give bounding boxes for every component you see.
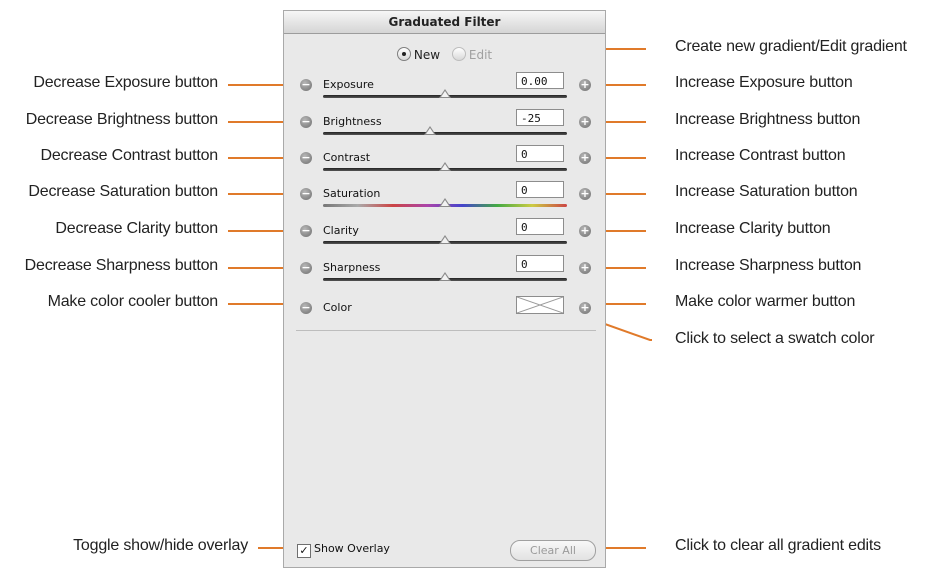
sharpness-value-field[interactable]: 0 [516, 255, 564, 272]
edit-label: Edit [468, 48, 493, 62]
callout-increase-clarity: Increase Clarity button [675, 220, 831, 237]
color-swatch[interactable] [516, 296, 564, 314]
callout-select-swatch: Click to select a swatch color [675, 330, 875, 347]
color-label: Color [323, 301, 352, 314]
callout-clear-all: Click to clear all gradient edits [675, 537, 881, 554]
contrast-value-field[interactable]: 0 [516, 145, 564, 162]
edit-radio[interactable]: Edit [451, 47, 493, 62]
callout-make-cooler: Make color cooler button [47, 293, 219, 310]
brightness-label: Brightness [323, 115, 382, 128]
clarity-slider-thumb[interactable] [439, 235, 451, 244]
increase-contrast-button[interactable]: + [579, 152, 591, 164]
divider [296, 330, 596, 331]
callout-increase-exposure: Increase Exposure button [675, 74, 853, 91]
radio-selected-icon [396, 47, 411, 61]
graduated-filter-panel: Graduated Filter New Edit − Exposure 0.00 +… [283, 10, 606, 568]
callout-increase-saturation: Increase Saturation button [675, 183, 858, 200]
contrast-row: − Contrast 0 + [284, 145, 605, 184]
callout-make-warmer: Make color warmer button [675, 293, 856, 310]
decrease-contrast-button[interactable]: − [300, 152, 312, 164]
color-row: − Color + [284, 296, 605, 334]
clarity-label: Clarity [323, 224, 359, 237]
exposure-slider-thumb[interactable] [439, 89, 451, 98]
saturation-value-field[interactable]: 0 [516, 181, 564, 198]
saturation-row: − Saturation 0 + [284, 181, 605, 220]
brightness-slider-track[interactable] [323, 132, 567, 135]
callout-decrease-saturation: Decrease Saturation button [28, 183, 218, 200]
clarity-value-field[interactable]: 0 [516, 218, 564, 235]
clarity-row: − Clarity 0 + [284, 218, 605, 257]
panel-title: Graduated Filter [284, 11, 605, 34]
make-warmer-button[interactable]: + [579, 302, 591, 314]
saturation-slider-thumb[interactable] [439, 198, 451, 207]
new-radio[interactable]: New [396, 47, 441, 62]
callout-decrease-sharpness: Decrease Sharpness button [24, 257, 219, 274]
callout-decrease-contrast: Decrease Contrast button [40, 147, 218, 164]
brightness-row: − Brightness -25 + [284, 109, 605, 148]
saturation-label: Saturation [323, 187, 381, 200]
callout-increase-brightness: Increase Brightness button [675, 111, 861, 128]
make-cooler-button[interactable]: − [300, 302, 312, 314]
checkmark-icon: ✓ [297, 544, 311, 558]
sharpness-label: Sharpness [323, 261, 381, 274]
callout-new-edit: Create new gradient/Edit gradient [675, 38, 907, 55]
decrease-exposure-button[interactable]: − [300, 79, 312, 91]
show-overlay-checkbox[interactable]: ✓ Show Overlay [297, 542, 390, 558]
decrease-sharpness-button[interactable]: − [300, 262, 312, 274]
brightness-value-field[interactable]: -25 [516, 109, 564, 126]
callout-increase-sharpness: Increase Sharpness button [675, 257, 862, 274]
contrast-slider-thumb[interactable] [439, 162, 451, 171]
contrast-label: Contrast [323, 151, 371, 164]
increase-brightness-button[interactable]: + [579, 116, 591, 128]
exposure-label: Exposure [323, 78, 374, 91]
exposure-row: − Exposure 0.00 + [284, 72, 605, 111]
callout-decrease-clarity: Decrease Clarity button [55, 220, 218, 237]
increase-saturation-button[interactable]: + [579, 188, 591, 200]
sharpness-row: − Sharpness 0 + [284, 255, 605, 294]
callout-toggle-overlay: Toggle show/hide overlay [73, 537, 248, 554]
decrease-saturation-button[interactable]: − [300, 188, 312, 200]
increase-clarity-button[interactable]: + [579, 225, 591, 237]
new-label: New [413, 48, 441, 62]
radio-unselected-icon [451, 47, 466, 61]
callout-decrease-exposure: Decrease Exposure button [33, 74, 218, 91]
increase-exposure-button[interactable]: + [579, 79, 591, 91]
no-color-icon [516, 296, 564, 314]
decrease-brightness-button[interactable]: − [300, 116, 312, 128]
callout-increase-contrast: Increase Contrast button [675, 147, 846, 164]
mode-selector: New Edit [284, 47, 605, 62]
exposure-value-field[interactable]: 0.00 [516, 72, 564, 89]
show-overlay-label: Show Overlay [314, 542, 390, 555]
sharpness-slider-thumb[interactable] [439, 272, 451, 281]
decrease-clarity-button[interactable]: − [300, 225, 312, 237]
brightness-slider-thumb[interactable] [424, 126, 437, 135]
callout-decrease-brightness: Decrease Brightness button [25, 111, 218, 128]
clear-all-button[interactable]: Clear All [510, 540, 596, 561]
increase-sharpness-button[interactable]: + [579, 262, 591, 274]
